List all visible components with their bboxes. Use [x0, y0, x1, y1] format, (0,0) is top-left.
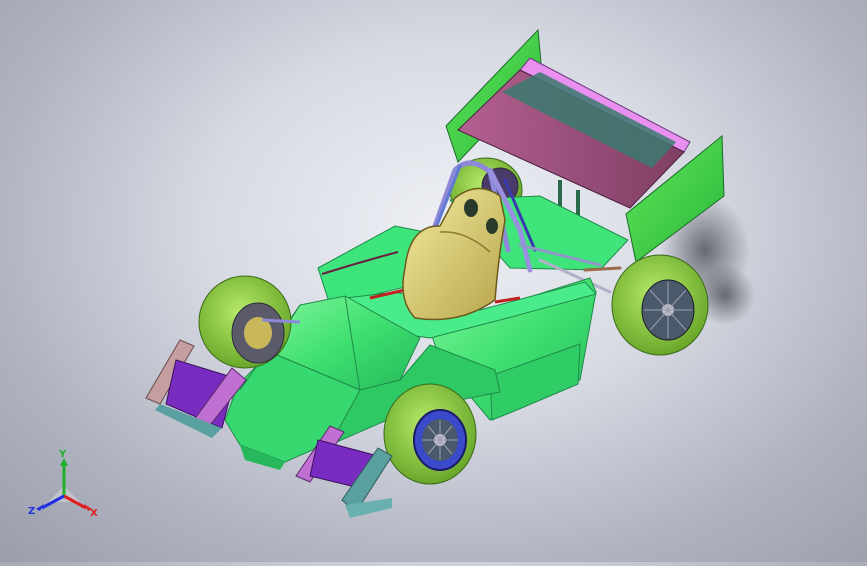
- model-viewport[interactable]: [0, 0, 867, 562]
- x-axis-label: X: [90, 508, 98, 519]
- front-right-wheel[interactable]: [383, 383, 477, 485]
- rear-right-wheel[interactable]: [611, 254, 709, 356]
- y-axis-label: Y: [58, 449, 67, 460]
- z-axis-label: Z: [28, 506, 35, 517]
- coordinate-triad: Y X Z: [24, 448, 104, 524]
- car-model[interactable]: [145, 28, 725, 518]
- driver-seat: [402, 187, 506, 321]
